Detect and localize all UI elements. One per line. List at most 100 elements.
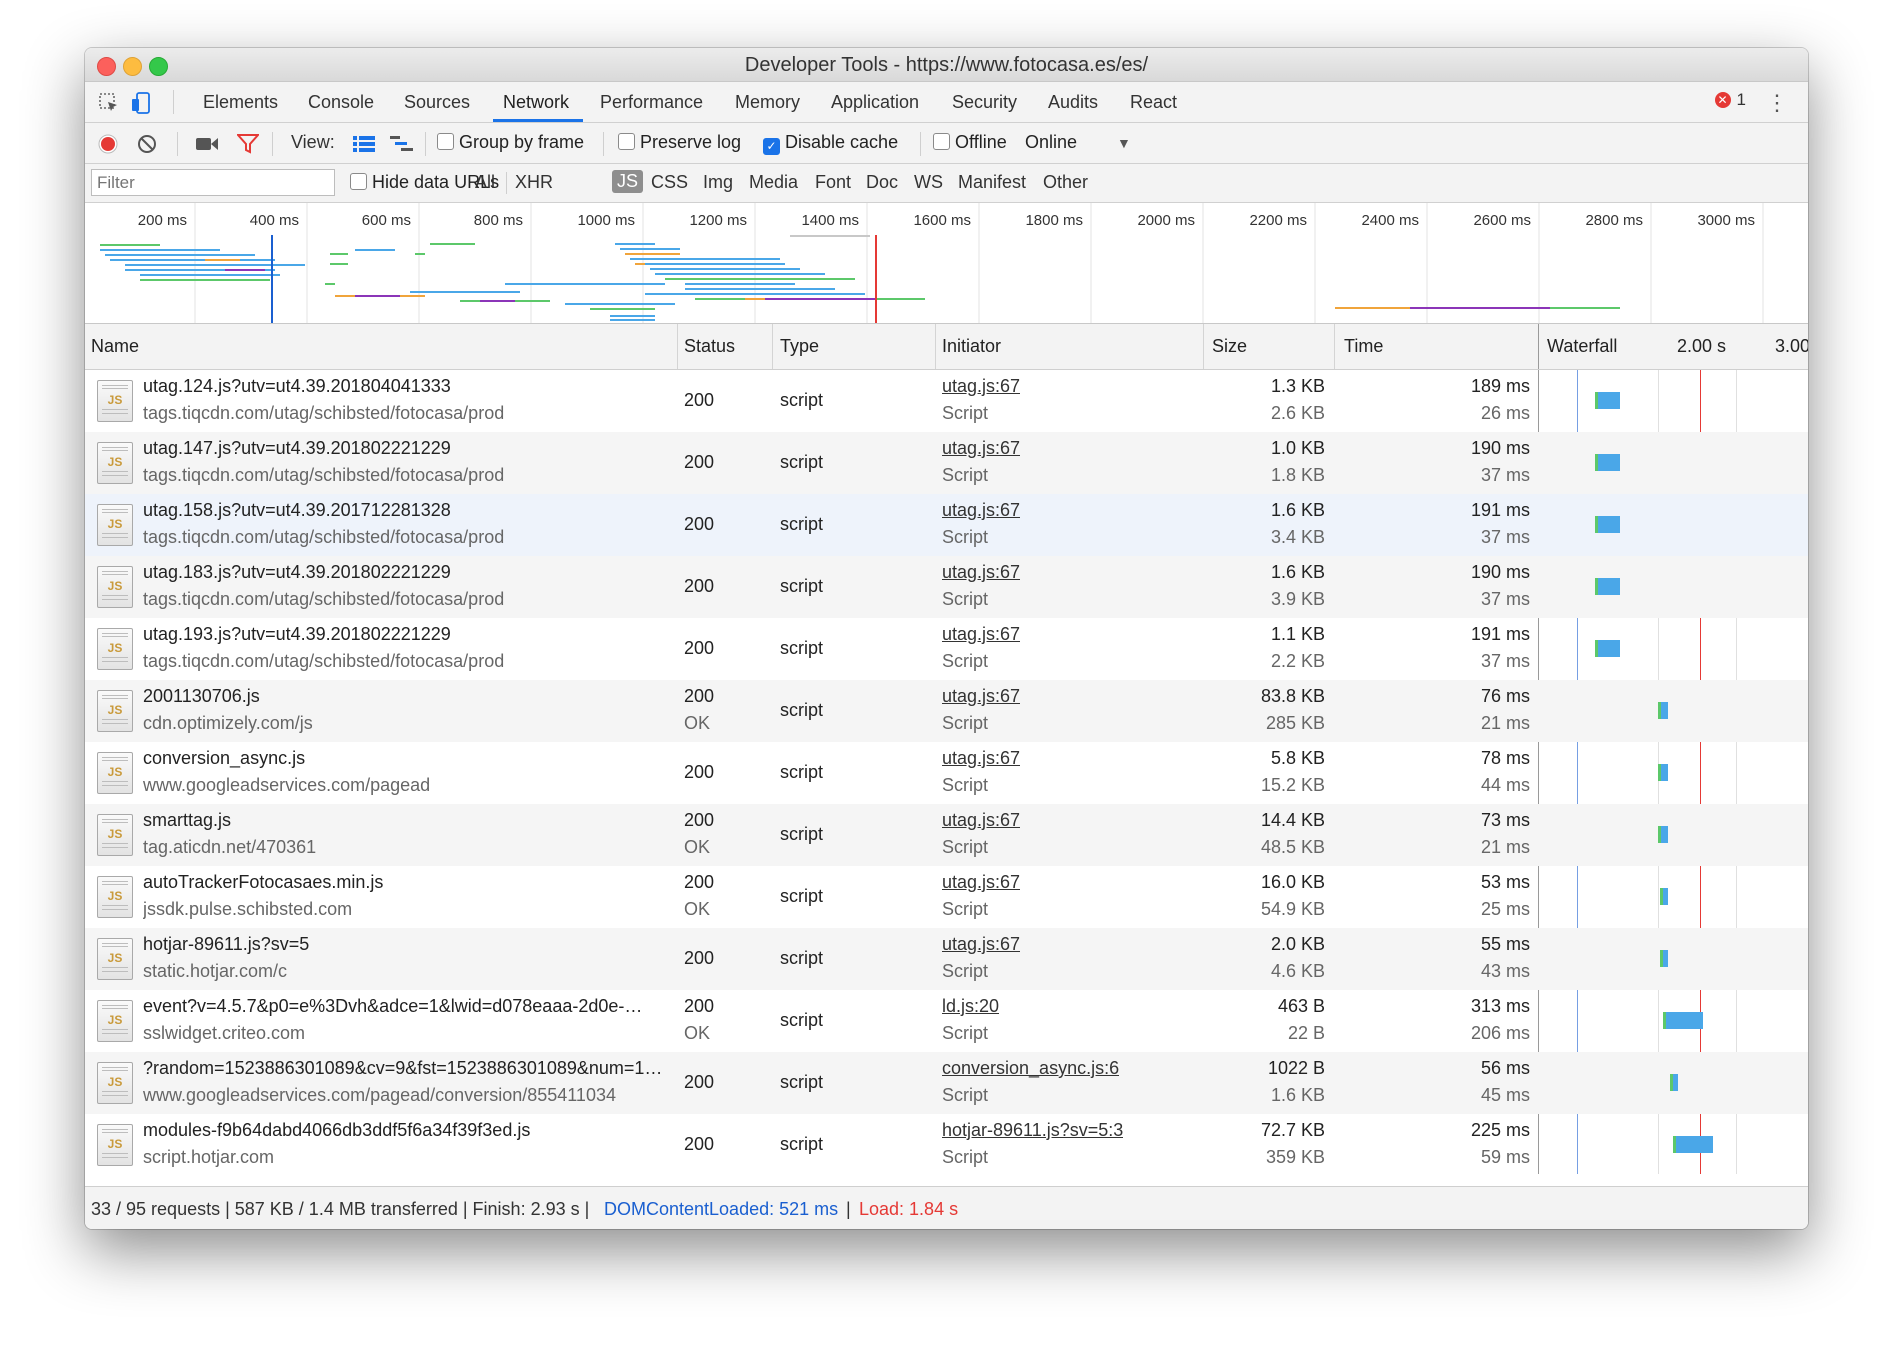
request-row[interactable]: JS conversion_async.js www.googleadservice…	[85, 742, 1808, 804]
waterfall-bar[interactable]	[1595, 640, 1620, 657]
waterfall-bar[interactable]	[1595, 516, 1620, 533]
request-initiator-link[interactable]: ld.js:20	[942, 996, 999, 1017]
tab-application[interactable]: Application	[831, 82, 919, 122]
filter-type-font[interactable]: Font	[815, 172, 851, 193]
waterfall-bar[interactable]	[1595, 392, 1620, 409]
request-row[interactable]: JS ?random=1523886301089&cv=9&fst=1523886…	[85, 1052, 1808, 1114]
timeline-overview[interactable]: 200 ms 400 ms 600 ms 800 ms 1000 ms 1200 ms 14…	[85, 203, 1808, 324]
filter-type-other[interactable]: Other	[1043, 172, 1088, 193]
request-initiator-link[interactable]: utag.js:67	[942, 934, 1020, 955]
record-icon[interactable]	[97, 133, 119, 155]
tab-react[interactable]: React	[1130, 82, 1177, 122]
error-count-badge[interactable]: ✕ 1	[1714, 90, 1746, 110]
filter-type-css[interactable]: CSS	[651, 172, 688, 193]
request-row[interactable]: JS utag.193.js?utv=ut4.39.201802221229 tag…	[85, 618, 1808, 680]
request-initiator-link[interactable]: utag.js:67	[942, 686, 1020, 707]
column-header-type[interactable]: Type	[780, 336, 819, 357]
preserve-log-box[interactable]	[618, 133, 635, 150]
request-initiator-link[interactable]: hotjar-89611.js?sv=5:3	[942, 1120, 1123, 1141]
overview-chart[interactable]: 200 ms 400 ms 600 ms 800 ms 1000 ms 1200 ms 14…	[85, 203, 1808, 323]
large-rows-icon[interactable]	[353, 135, 375, 153]
request-initiator-link[interactable]: utag.js:67	[942, 438, 1020, 459]
filter-type-all[interactable]: All	[475, 172, 495, 193]
waterfall-bar[interactable]	[1662, 1012, 1703, 1029]
tab-network[interactable]: Network	[492, 82, 584, 122]
request-row[interactable]: JS event?v=4.5.7&p0=e%3Dvh&adce=1&lwid=d0…	[85, 990, 1808, 1052]
request-initiator-link[interactable]: conversion_async.js:6	[942, 1058, 1119, 1079]
request-row[interactable]: JS utag.158.js?utv=ut4.39.201712281328 tag…	[85, 494, 1808, 556]
overview-tick-label: 1200 ms	[689, 212, 747, 229]
tab-console[interactable]: Console	[308, 82, 374, 122]
throttling-select[interactable]: Online ▼	[1025, 132, 1131, 153]
filter-type-doc[interactable]: Doc	[866, 172, 898, 193]
inspect-element-icon[interactable]	[97, 91, 121, 115]
offline-checkbox[interactable]: Offline	[933, 132, 1007, 153]
clear-icon[interactable]	[137, 134, 157, 154]
filter-type-ws[interactable]: WS	[914, 172, 943, 193]
offline-box[interactable]	[933, 133, 950, 150]
column-divider[interactable]	[772, 324, 773, 369]
tab-security[interactable]: Security	[952, 82, 1017, 122]
request-initiator-link[interactable]: utag.js:67	[942, 748, 1020, 769]
request-initiator-link[interactable]: utag.js:67	[942, 562, 1020, 583]
column-divider[interactable]	[677, 324, 678, 369]
disable-cache-checkbox[interactable]: ✓ Disable cache	[763, 132, 898, 155]
filter-type-manifest[interactable]: Manifest	[958, 172, 1026, 193]
column-header-status[interactable]: Status	[684, 336, 735, 357]
tab-audits[interactable]: Audits	[1048, 82, 1098, 122]
request-initiator-link[interactable]: utag.js:67	[942, 624, 1020, 645]
filter-type-media[interactable]: Media	[749, 172, 798, 193]
group-by-frame-box[interactable]	[437, 133, 454, 150]
disable-cache-box[interactable]: ✓	[763, 138, 780, 155]
column-header-initiator[interactable]: Initiator	[942, 336, 1001, 357]
waterfall-bar[interactable]	[1595, 578, 1620, 595]
request-time: 55 ms	[1480, 934, 1530, 954]
video-camera-icon[interactable]	[195, 135, 219, 153]
request-row[interactable]: JS utag.124.js?utv=ut4.39.201804041333 tag…	[85, 370, 1808, 432]
request-latency: 59 ms	[1480, 1147, 1530, 1167]
waterfall-bar[interactable]	[1660, 888, 1668, 905]
request-initiator-link[interactable]: utag.js:67	[942, 872, 1020, 893]
more-options-icon[interactable]: ⋮	[1766, 90, 1788, 116]
column-header-name[interactable]: Name	[91, 336, 139, 357]
overview-waterfall-icon[interactable]	[390, 135, 414, 153]
waterfall-bar[interactable]	[1657, 702, 1668, 719]
hide-data-urls-box[interactable]	[350, 173, 367, 190]
filter-input[interactable]	[91, 169, 335, 196]
column-divider[interactable]	[1334, 324, 1335, 369]
waterfall-bar[interactable]	[1672, 1136, 1713, 1153]
filter-icon[interactable]	[237, 134, 259, 154]
waterfall-bar[interactable]	[1657, 826, 1668, 843]
group-by-frame-checkbox[interactable]: Group by frame	[437, 132, 584, 153]
waterfall-bar[interactable]	[1595, 454, 1620, 471]
filter-type-js[interactable]: JS	[612, 170, 644, 193]
preserve-log-checkbox[interactable]: Preserve log	[618, 132, 741, 153]
tab-elements[interactable]: Elements	[203, 82, 278, 122]
column-divider[interactable]	[1203, 324, 1204, 369]
request-row[interactable]: JS smarttag.js tag.aticdn.net/470361 200 OK s…	[85, 804, 1808, 866]
request-row[interactable]: JS hotjar-89611.js?sv=5 static.hotjar.com/…	[85, 928, 1808, 990]
column-header-waterfall[interactable]: Waterfall	[1547, 336, 1617, 357]
column-header-size[interactable]: Size	[1212, 336, 1247, 357]
device-toolbar-icon[interactable]	[129, 91, 153, 115]
request-initiator-link[interactable]: utag.js:67	[942, 810, 1020, 831]
request-row[interactable]: JS 2001130706.js cdn.optimizely.com/js 200 O…	[85, 680, 1808, 742]
column-divider[interactable]	[935, 324, 936, 369]
filter-type-img[interactable]: Img	[703, 172, 733, 193]
tab-sources[interactable]: Sources	[404, 82, 470, 122]
request-initiator-link[interactable]: utag.js:67	[942, 500, 1020, 521]
request-type: script	[780, 886, 824, 906]
request-initiator-link[interactable]: utag.js:67	[942, 376, 1020, 397]
request-row[interactable]: JS modules-f9b64dabd4066db3ddf5f6a34f39f3…	[85, 1114, 1808, 1174]
request-row[interactable]: JS autoTrackerFotocasaes.min.js jssdk.puls…	[85, 866, 1808, 928]
request-row[interactable]: JS utag.183.js?utv=ut4.39.201802221229 tag…	[85, 556, 1808, 618]
column-divider[interactable]	[1538, 324, 1539, 369]
waterfall-bar[interactable]	[1660, 950, 1668, 967]
tab-memory[interactable]: Memory	[735, 82, 800, 122]
filter-type-xhr[interactable]: XHR	[515, 172, 553, 193]
column-header-time[interactable]: Time	[1344, 336, 1383, 357]
tab-performance[interactable]: Performance	[600, 82, 703, 122]
waterfall-bar[interactable]	[1657, 764, 1668, 781]
waterfall-bar[interactable]	[1670, 1074, 1678, 1091]
request-row[interactable]: JS utag.147.js?utv=ut4.39.201802221229 tag…	[85, 432, 1808, 494]
